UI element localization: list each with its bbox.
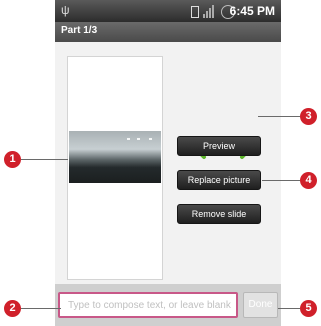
remove-slide-button[interactable]: Remove slide <box>177 204 261 224</box>
status-bar: ψ 6:45 PM <box>55 0 281 22</box>
callout-1: 1 <box>4 151 21 168</box>
slide-editor: Preview Replace picture Remove slide <box>55 42 281 284</box>
callout-1-line <box>21 159 68 160</box>
status-time: 6:45 PM <box>229 4 275 18</box>
signal-icon <box>203 4 217 18</box>
done-button[interactable]: Done <box>243 292 278 318</box>
replace-picture-button[interactable]: Replace picture <box>177 170 261 190</box>
preview-button[interactable]: Preview <box>177 136 261 156</box>
callout-4: 4 <box>300 172 317 189</box>
callout-3-line <box>258 116 300 117</box>
callout-5: 5 <box>300 300 317 317</box>
status-icons <box>191 4 235 19</box>
callout-3: 3 <box>300 108 317 125</box>
title-bar: Part 1/3 <box>55 22 281 42</box>
compose-bar: Type to compose text, or leave blank Don… <box>55 284 281 326</box>
callout-2: 2 <box>4 300 21 317</box>
slide-preview[interactable] <box>67 56 163 280</box>
usb-icon: ψ <box>61 3 70 17</box>
battery-icon <box>191 6 199 18</box>
compose-text-field[interactable]: Type to compose text, or leave blank <box>58 292 238 318</box>
callout-4-line <box>262 180 300 181</box>
page-title: Part 1/3 <box>61 25 98 36</box>
slide-picture[interactable] <box>69 131 161 183</box>
phone-screen: ψ 6:45 PM Part 1/3 Preview Replace pictu… <box>55 0 281 326</box>
callout-2-line <box>21 308 61 309</box>
callout-5-line <box>278 308 300 309</box>
